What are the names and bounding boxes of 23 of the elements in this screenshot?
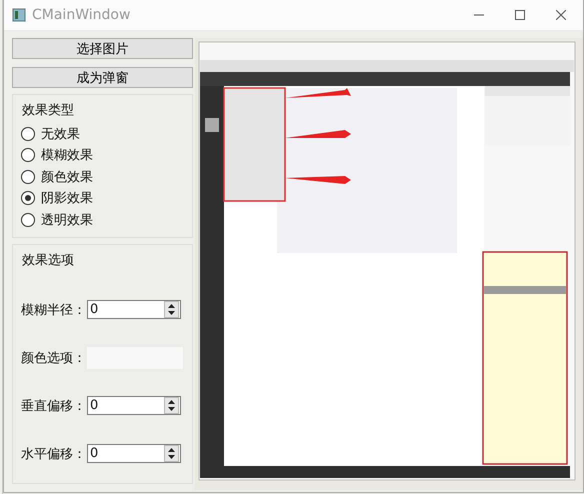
push-button[interactable]: 成为弹窗 — [12, 67, 193, 88]
radio-option[interactable]: 阴影效果 — [21, 188, 192, 209]
spin-box[interactable]: 0 — [87, 396, 181, 415]
spin-arrows-icon — [168, 304, 175, 315]
radio-option[interactable]: 模糊效果 — [21, 144, 192, 166]
radio-option[interactable]: 无效果 — [21, 123, 192, 144]
field-label: 颜色选项： — [21, 350, 87, 366]
spin-arrows-icon — [168, 400, 175, 411]
push-button[interactable]: 选择图片 — [12, 38, 193, 59]
window-title: CMainWindow — [32, 7, 130, 23]
close-icon — [556, 10, 566, 20]
field-label: 垂直偏移： — [21, 398, 87, 414]
field-label: 水平偏移： — [21, 446, 87, 462]
spin-arrows-icon — [168, 448, 175, 459]
spin-box[interactable]: 0 — [87, 300, 181, 319]
maximize-icon — [515, 10, 525, 20]
group-title: 效果选项 — [22, 252, 75, 268]
radio-option[interactable]: 透明效果 — [21, 209, 192, 230]
group-title: 效果类型 — [22, 102, 75, 119]
spin-box[interactable]: 0 — [87, 444, 181, 463]
field-label: 模糊半径： — [21, 302, 87, 318]
app-icon — [12, 8, 26, 22]
radio-option[interactable]: 颜色效果 — [21, 166, 192, 188]
